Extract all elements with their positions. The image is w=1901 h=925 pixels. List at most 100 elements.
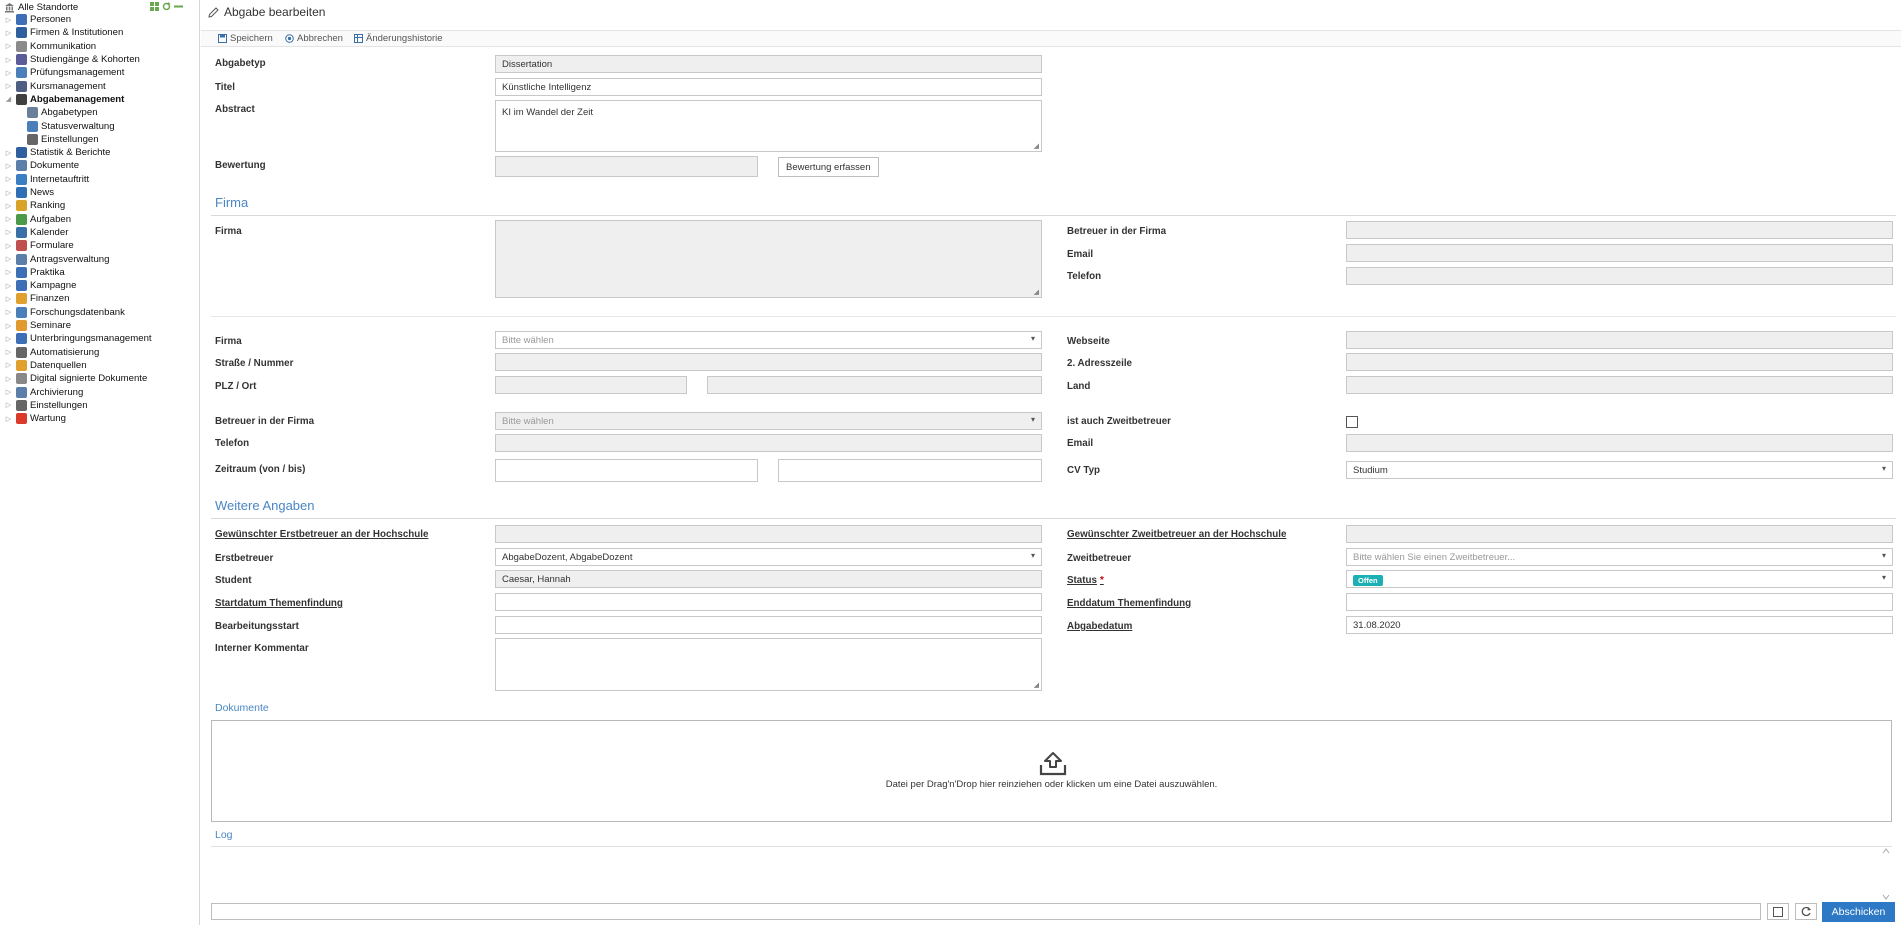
sidebar-item[interactable]: ▷ Automatisierung [4,346,99,359]
expand-arrow-icon[interactable]: ▷ [4,175,13,184]
submit-button[interactable]: Abschicken [1822,902,1895,922]
sidebar-item[interactable]: ▷ Firmen & Institutionen [4,26,123,39]
email-field[interactable] [1346,244,1893,262]
file-dropzone[interactable]: Datei per Drag'n'Drop hier reinziehen od… [211,720,1892,822]
gew-erstbetreuer-field[interactable] [495,525,1042,543]
sidebar-item[interactable]: ▷ Forschungsdatenbank [4,306,125,319]
sidebar-item[interactable]: ▷ Praktika [4,266,65,279]
email2-field[interactable] [1346,434,1893,452]
expand-arrow-icon[interactable]: ▷ [4,268,13,277]
log-refresh-button[interactable] [1795,903,1817,920]
sidebar-item[interactable]: ▷ Aufgaben [4,213,71,226]
resize-grip-icon[interactable]: ◢ [1034,288,1039,296]
refresh-icon[interactable] [162,2,171,11]
sidebar-item[interactable]: ▷ Formulare [4,239,74,252]
sidebar-item[interactable]: ▷ Einstellungen [4,399,88,412]
sidebar-item[interactable]: Statusverwaltung [24,119,115,132]
expand-arrow-icon[interactable]: ▷ [4,215,13,224]
webseite-field[interactable] [1346,331,1893,349]
log-input[interactable] [211,903,1761,920]
sidebar-item[interactable]: ▷ Unterbringungsmanagement [4,332,152,345]
sidebar-item[interactable]: ▷ Ranking [4,199,65,212]
sidebar-item[interactable]: ▷ Kommunikation [4,40,96,53]
expand-arrow-icon[interactable]: ▷ [4,348,13,357]
zeitraum-bis-field[interactable] [778,459,1042,482]
betreuer-firma-field[interactable] [1346,221,1893,239]
expand-arrow-icon[interactable]: ▷ [4,308,13,317]
scrollbar[interactable] [1880,847,1892,901]
zweitbetreuer-checkbox[interactable] [1346,416,1358,428]
erstbetreuer-select[interactable]: AbgabeDozent, AbgabeDozent ▾ [495,548,1042,566]
ort-field[interactable] [707,376,1042,394]
expand-arrow-icon[interactable]: ▷ [4,294,13,303]
expand-arrow-icon[interactable]: ▷ [4,15,13,24]
plz-field[interactable] [495,376,687,394]
bearbeitungsstart-field[interactable] [495,616,1042,634]
kommentar-textarea[interactable]: ◢ [495,638,1042,691]
student-field[interactable]: Caesar, Hannah [495,570,1042,588]
sidebar-item[interactable]: ▷ Digital signierte Dokumente [4,372,147,385]
expand-arrow-icon[interactable]: ▷ [4,28,13,37]
abgabedatum-field[interactable]: 31.08.2020 [1346,616,1893,634]
expand-arrow-icon[interactable]: ▷ [4,334,13,343]
cancel-button[interactable]: Abbrechen [285,33,343,44]
sidebar-item[interactable]: ▷ Seminare [4,319,71,332]
resize-grip-icon[interactable]: ◢ [1034,142,1039,150]
history-button[interactable]: Änderungshistorie [354,33,443,44]
expand-arrow-icon[interactable]: ▷ [4,188,13,197]
expand-arrow-icon[interactable]: ▷ [4,241,13,250]
expand-arrow-icon[interactable]: ▷ [4,321,13,330]
expand-arrow-icon[interactable]: ▷ [4,82,13,91]
expand-arrow-icon[interactable]: ▷ [4,388,13,397]
resize-grip-icon[interactable]: ◢ [1034,681,1039,689]
sidebar-item[interactable]: ▷ Wartung [4,412,66,425]
expand-arrow-icon[interactable]: ▷ [4,68,13,77]
log-checkbox-button[interactable] [1767,903,1789,920]
expand-arrow-icon[interactable]: ▷ [4,148,13,157]
sidebar-item[interactable]: ▷ Datenquellen [4,359,87,372]
expand-arrow-icon[interactable]: ▷ [4,361,13,370]
expand-arrow-icon[interactable]: ▷ [4,201,13,210]
zweitbetreuer-select[interactable]: Bitte wählen Sie einen Zweitbetreuer... … [1346,548,1893,566]
expand-arrow-icon[interactable]: ▷ [4,281,13,290]
betreuer-select[interactable]: Bitte wählen ▾ [495,412,1042,430]
sidebar-item[interactable]: ▷ Kalender [4,226,68,239]
telefon-field[interactable] [1346,267,1893,285]
expand-arrow-icon[interactable]: ▷ [4,414,13,423]
status-select[interactable]: Offen ▾ [1346,570,1893,588]
gew-zweitbetreuer-field[interactable] [1346,525,1893,543]
adresszeile2-field[interactable] [1346,353,1893,371]
firma-textarea[interactable]: ◢ [495,220,1042,298]
sidebar-item[interactable]: ▷ Dokumente [4,159,79,172]
sidebar-item[interactable]: ▷ Archivierung [4,385,83,398]
firma-select[interactable]: Bitte wählen ▾ [495,331,1042,349]
expand-arrow-icon[interactable]: ▷ [4,55,13,64]
sidebar-item[interactable]: ▷ Internetauftritt [4,173,89,186]
collapse-arrow-icon[interactable]: ◢ [4,95,13,104]
sidebar-item[interactable]: Einstellungen [24,133,99,146]
sidebar-item[interactable]: ▷ Finanzen [4,292,69,305]
sidebar-item[interactable]: ▷ Personen [4,13,71,26]
expand-arrow-icon[interactable]: ▷ [4,228,13,237]
expand-arrow-icon[interactable]: ▷ [4,161,13,170]
sidebar-item[interactable]: ▷ Studiengänge & Kohorten [4,53,140,66]
save-button[interactable]: Speichern [218,33,273,44]
expand-arrow-icon[interactable]: ▷ [4,255,13,264]
strasse-field[interactable] [495,353,1042,371]
abstract-textarea[interactable]: KI im Wandel der Zeit ◢ [495,100,1042,152]
expand-arrow-icon[interactable]: ▷ [4,401,13,410]
sidebar-item[interactable]: ▷ Statistik & Berichte [4,146,111,159]
expand-all-icon[interactable] [150,2,159,11]
zeitraum-von-field[interactable] [495,459,758,482]
expand-arrow-icon[interactable]: ▷ [4,374,13,383]
sidebar-item[interactable]: ▷ Kampagne [4,279,76,292]
bewertung-erfassen-button[interactable]: Bewertung erfassen [778,157,879,177]
end-themen-field[interactable] [1346,593,1893,611]
sidebar-item[interactable]: ▷ Antragsverwaltung [4,252,109,265]
sidebar-item[interactable]: ▷ Prüfungsmanagement [4,66,124,79]
sidebar-item[interactable]: ▷ Kursmanagement [4,80,106,93]
telefon2-field[interactable] [495,434,1042,452]
start-themen-field[interactable] [495,593,1042,611]
land-field[interactable] [1346,376,1893,394]
bewertung-field[interactable] [495,156,758,177]
